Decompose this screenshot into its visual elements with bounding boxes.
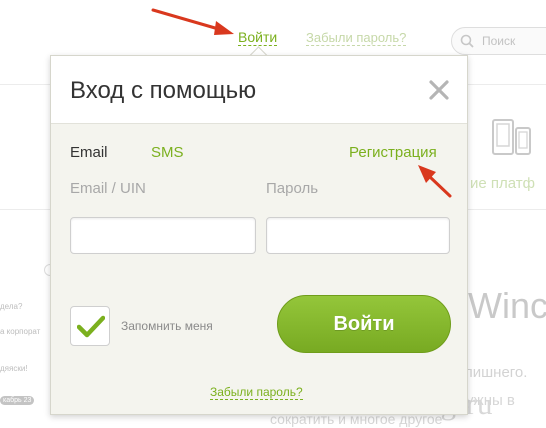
chat-snippet: а корпорат xyxy=(0,327,41,336)
date-badge: кабрь 23 xyxy=(0,396,35,405)
modal-title: Вход с помощью xyxy=(70,77,257,104)
chat-snippet: дяяски! xyxy=(0,364,28,373)
remember-label[interactable]: Запомнить меня xyxy=(121,319,213,333)
registration-link[interactable]: Регистрация xyxy=(349,144,437,161)
search-placeholder: Поиск xyxy=(482,34,516,48)
chat-snippet: дела? xyxy=(0,302,23,311)
background-chat-list: дела? а корпорат дяяски! кабрь 23 xyxy=(0,262,48,407)
login-submit-button[interactable]: Войти xyxy=(277,295,451,353)
bg-text-line1: лишнего. xyxy=(464,364,528,381)
modal-header: Вход с помощью xyxy=(51,56,467,124)
checkmark-icon xyxy=(77,315,105,338)
top-forgot-password-link[interactable]: Забыли пароль? xyxy=(306,30,407,46)
forgot-password-link[interactable]: Забыли пароль? xyxy=(210,386,303,400)
tab-sms[interactable]: SMS xyxy=(151,144,184,161)
email-field[interactable] xyxy=(70,217,256,254)
product-heading: Winc xyxy=(468,285,546,326)
email-label: Email / UIN xyxy=(70,180,146,197)
password-label: Пароль xyxy=(266,180,319,197)
password-field[interactable] xyxy=(266,217,450,254)
search-icon xyxy=(460,34,474,53)
search-box[interactable]: Поиск xyxy=(451,27,546,55)
password-input[interactable] xyxy=(267,218,449,253)
email-input[interactable] xyxy=(71,218,255,253)
close-icon[interactable] xyxy=(429,80,449,100)
tab-email[interactable]: Email xyxy=(70,144,108,161)
top-login-link[interactable]: Войти xyxy=(238,30,278,46)
devices-icon xyxy=(490,118,536,165)
platforms-text: ие платф xyxy=(470,175,535,192)
remember-checkbox[interactable] xyxy=(70,306,110,346)
login-modal: Вход с помощью Email SMS Регистрация Ema… xyxy=(50,55,468,415)
